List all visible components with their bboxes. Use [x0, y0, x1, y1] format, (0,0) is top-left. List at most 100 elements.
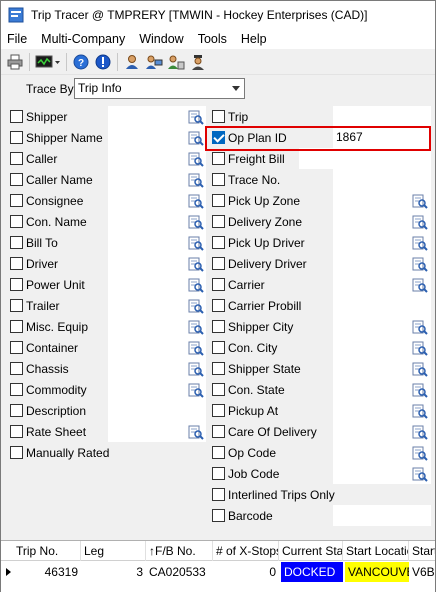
barcode-checkbox[interactable] [212, 509, 225, 522]
barcode-input[interactable] [333, 505, 431, 526]
job-code-lookup-button[interactable] [411, 465, 429, 483]
consignee-lookup-button[interactable] [187, 192, 205, 210]
menu-multi-company[interactable]: Multi-Company [34, 29, 132, 49]
shipper-checkbox[interactable] [10, 110, 23, 123]
user-button[interactable] [121, 51, 143, 73]
container-lookup-button[interactable] [187, 339, 205, 357]
pickup-at-checkbox[interactable] [212, 404, 225, 417]
trace-by-select[interactable]: Trip Info [74, 78, 245, 99]
trace-no-checkbox[interactable] [212, 173, 225, 186]
delivery-zone-checkbox[interactable] [212, 215, 225, 228]
shipper-city-checkbox[interactable] [212, 320, 225, 333]
trace-no-label: Trace No. [228, 172, 281, 187]
carrier-probill-checkbox[interactable] [212, 299, 225, 312]
driver-lookup-button[interactable] [187, 255, 205, 273]
user-group-button[interactable] [165, 51, 187, 73]
power-unit-checkbox[interactable] [10, 278, 23, 291]
driver-checkbox[interactable] [10, 257, 23, 270]
rate-sheet-checkbox[interactable] [10, 425, 23, 438]
con-city-lookup-button[interactable] [411, 339, 429, 357]
job-code-checkbox[interactable] [212, 467, 225, 480]
caller-name-checkbox[interactable] [10, 173, 23, 186]
pick-up-driver-lookup-button[interactable] [411, 234, 429, 252]
op-plan-id-highlight [205, 126, 431, 151]
misc-equip-label: Misc. Equip [26, 319, 89, 334]
print-button[interactable] [4, 51, 26, 73]
column-header-x-stops[interactable]: # of X-Stops [213, 541, 279, 561]
column-header-trip-no[interactable]: Trip No. [1, 541, 81, 561]
care-of-delivery-lookup-button[interactable] [411, 423, 429, 441]
pick-up-driver-checkbox[interactable] [212, 236, 225, 249]
description-checkbox[interactable] [10, 404, 23, 417]
trailer-checkbox[interactable] [10, 299, 23, 312]
trailer-lookup-button[interactable] [187, 297, 205, 315]
manually-rated-checkbox[interactable] [10, 446, 23, 459]
con-name-checkbox[interactable] [10, 215, 23, 228]
column-header-fb-no[interactable]: ↑F/B No. [146, 541, 213, 561]
shipper-state-lookup-button[interactable] [411, 360, 429, 378]
con-name-lookup-button[interactable] [187, 213, 205, 231]
column-header-start[interactable]: Start [409, 541, 435, 561]
con-state-checkbox[interactable] [212, 383, 225, 396]
commodity-lookup-button[interactable] [187, 381, 205, 399]
pickup-at-lookup-button[interactable] [411, 402, 429, 420]
menu-file[interactable]: File [1, 29, 34, 49]
op-code-lookup-button[interactable] [411, 444, 429, 462]
commodity-checkbox[interactable] [10, 383, 23, 396]
caller-lookup-button[interactable] [187, 150, 205, 168]
interlined-trips-only-checkbox[interactable] [212, 488, 225, 501]
menu-window[interactable]: Window [132, 29, 190, 49]
menu-tools[interactable]: Tools [191, 29, 234, 49]
misc-equip-checkbox[interactable] [10, 320, 23, 333]
chassis-lookup-button[interactable] [187, 360, 205, 378]
agent-button[interactable] [187, 51, 209, 73]
trip-checkbox[interactable] [212, 110, 225, 123]
table-row[interactable]: 46319 3 CA020533 0 DOCKED VANCOUVER V6B [1, 562, 435, 582]
bill-to-lookup-button[interactable] [187, 234, 205, 252]
field-row-barcode: Barcode [212, 505, 273, 526]
op-code-checkbox[interactable] [212, 446, 225, 459]
delivery-driver-checkbox[interactable] [212, 257, 225, 270]
shipper-city-lookup-button[interactable] [411, 318, 429, 336]
con-city-checkbox[interactable] [212, 341, 225, 354]
column-header-leg[interactable]: Leg [81, 541, 146, 561]
caller-name-lookup-button[interactable] [187, 171, 205, 189]
trace-no-input[interactable] [333, 169, 431, 190]
consignee-checkbox[interactable] [10, 194, 23, 207]
monitor-dropdown-button[interactable] [33, 51, 63, 73]
pick-up-zone-lookup-button[interactable] [411, 192, 429, 210]
help-button[interactable]: ? [70, 51, 92, 73]
shipper-name-lookup-button[interactable] [187, 129, 205, 147]
carrier-probill-input[interactable] [333, 295, 431, 316]
container-checkbox[interactable] [10, 341, 23, 354]
info-button[interactable] [92, 51, 114, 73]
pick-up-driver-label: Pick Up Driver [228, 235, 305, 250]
shipper-state-checkbox[interactable] [212, 362, 225, 375]
caller-checkbox[interactable] [10, 152, 23, 165]
carrier-checkbox[interactable] [212, 278, 225, 291]
freight-bill-checkbox[interactable] [212, 152, 225, 165]
care-of-delivery-checkbox[interactable] [212, 425, 225, 438]
bill-to-checkbox[interactable] [10, 236, 23, 249]
pick-up-zone-checkbox[interactable] [212, 194, 225, 207]
column-header-start-location[interactable]: Start Location [343, 541, 409, 561]
power-unit-lookup-button[interactable] [187, 276, 205, 294]
field-row-pick-up-zone: Pick Up Zone [212, 190, 300, 211]
misc-equip-lookup-button[interactable] [187, 318, 205, 336]
delivery-zone-lookup-button[interactable] [411, 213, 429, 231]
delivery-driver-lookup-button[interactable] [411, 255, 429, 273]
chassis-checkbox[interactable] [10, 362, 23, 375]
shipper-lookup-button[interactable] [187, 108, 205, 126]
description-input[interactable] [108, 400, 206, 421]
carrier-lookup-button[interactable] [411, 276, 429, 294]
trip-input[interactable] [333, 106, 431, 127]
lookup-icon [188, 299, 204, 314]
user-computer-button[interactable] [143, 51, 165, 73]
freight-bill-input[interactable] [299, 148, 431, 169]
svg-text:?: ? [78, 58, 84, 69]
menu-help[interactable]: Help [234, 29, 274, 49]
column-header-current-status[interactable]: Current Status [279, 541, 343, 561]
rate-sheet-lookup-button[interactable] [187, 423, 205, 441]
shipper-name-checkbox[interactable] [10, 131, 23, 144]
con-state-lookup-button[interactable] [411, 381, 429, 399]
